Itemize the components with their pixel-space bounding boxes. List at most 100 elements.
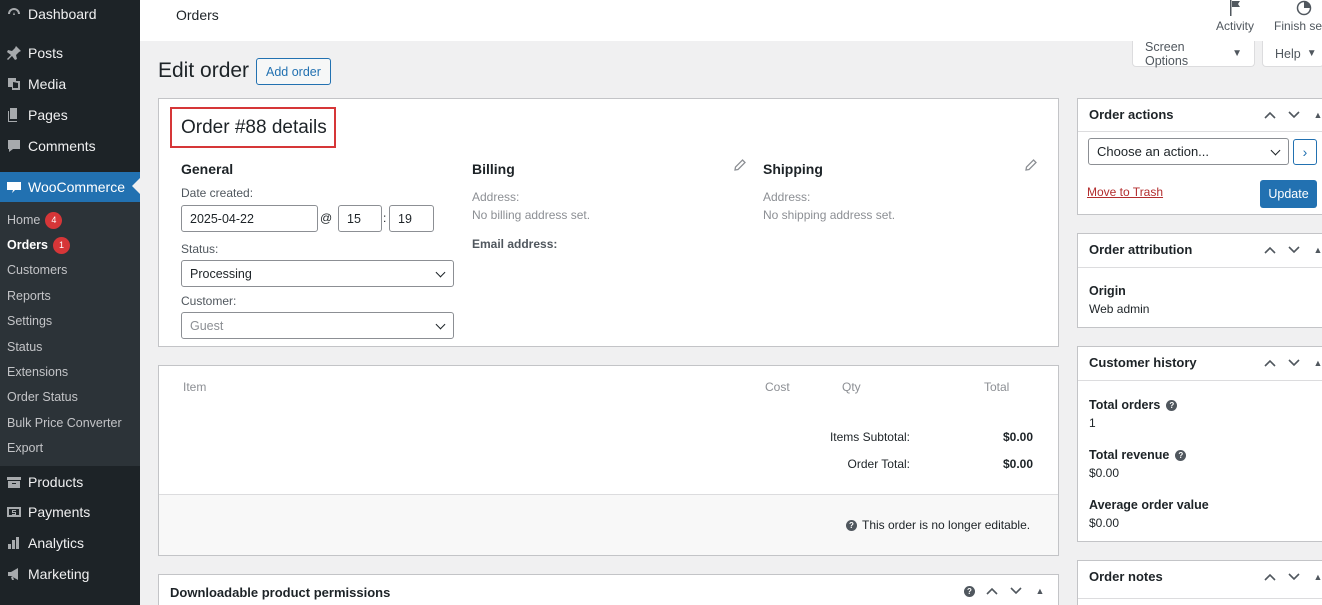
activity-label: Activity <box>1215 19 1254 33</box>
finish-setup-button[interactable]: Finish set <box>1274 0 1322 41</box>
total-orders-value: 1 <box>1089 416 1096 430</box>
help-icon[interactable]: ? <box>1175 450 1187 462</box>
submenu-label: Reports <box>7 289 51 303</box>
move-down-icon[interactable] <box>1287 108 1301 122</box>
dashboard-icon <box>4 4 24 24</box>
move-down-icon[interactable] <box>1009 584 1023 598</box>
total-orders-text: Total orders <box>1089 398 1161 412</box>
marketing-icon <box>4 564 24 584</box>
add-order-button[interactable]: Add order <box>256 58 331 85</box>
submenu-orders[interactable]: Orders 1 <box>7 236 70 254</box>
move-to-trash-link[interactable]: Move to Trash <box>1087 185 1163 199</box>
screen-options-label: Screen Options <box>1145 39 1189 68</box>
order-details-title: Order #88 details <box>170 107 336 148</box>
origin-value: Web admin <box>1089 302 1150 316</box>
screen-options-button[interactable]: Screen Options ▼ <box>1132 39 1255 68</box>
customer-history-panel: Customer history Total orders? 1 Total r… <box>1077 346 1322 542</box>
submenu-export[interactable]: Export <box>7 439 43 457</box>
flag-icon <box>1212 0 1258 18</box>
order-total-label: Order Total: <box>847 457 910 471</box>
collapse-icon[interactable]: ▲ <box>1311 243 1322 257</box>
analytics-icon <box>4 533 24 553</box>
submenu-label: Order Status <box>7 390 78 404</box>
aov-value: $0.00 <box>1089 516 1120 530</box>
minute-input[interactable]: 19 <box>389 205 434 232</box>
billing-address-label: Address: <box>472 190 520 204</box>
submenu-label: Settings <box>7 314 53 328</box>
total-orders-label: Total orders? <box>1089 398 1178 412</box>
colon-label: : <box>383 211 387 225</box>
submenu-customers[interactable]: Customers <box>7 261 67 279</box>
menu-posts[interactable]: Posts <box>0 39 140 67</box>
move-down-icon[interactable] <box>1287 243 1301 257</box>
items-subtotal-label: Items Subtotal: <box>829 430 910 444</box>
menu-label: Posts <box>28 45 64 61</box>
order-action-select[interactable]: Choose an action... <box>1088 138 1289 165</box>
edit-billing-pencil-icon[interactable] <box>734 159 746 171</box>
panel-divider <box>1078 131 1322 132</box>
help-icon[interactable]: ? <box>964 585 975 597</box>
collapse-icon[interactable]: ▲ <box>1311 108 1322 122</box>
menu-woocommerce[interactable]: WooCommerce <box>0 172 140 202</box>
help-icon[interactable]: ? <box>1166 400 1178 412</box>
hour-input[interactable]: 15 <box>338 205 382 232</box>
menu-comments[interactable]: Comments <box>0 132 140 160</box>
activity-button[interactable]: Activity <box>1212 0 1258 41</box>
items-subtotal-value: $0.00 <box>1002 430 1033 444</box>
submenu-extensions[interactable]: Extensions <box>7 363 68 381</box>
move-up-icon[interactable] <box>1263 108 1277 122</box>
admin-sidebar: Dashboard Posts Media Pages Comments Woo… <box>0 0 140 605</box>
menu-products[interactable]: Products <box>0 468 140 496</box>
home-badge: 4 <box>45 211 63 229</box>
submenu-bulk-price-converter[interactable]: Bulk Price Converter <box>7 414 122 432</box>
cost-column-header: Cost <box>765 380 790 394</box>
notice-text: This order is no longer editable. <box>862 518 1031 532</box>
collapse-icon[interactable]: ▲ <box>1311 570 1322 584</box>
apply-action-button[interactable]: › <box>1293 139 1317 165</box>
move-up-icon[interactable] <box>1263 356 1277 370</box>
move-up-icon[interactable] <box>1263 243 1277 257</box>
submenu-reports[interactable]: Reports <box>7 287 51 305</box>
update-button[interactable]: Update <box>1260 180 1317 208</box>
submenu-label: Export <box>7 441 44 455</box>
menu-label: Products <box>28 474 84 490</box>
date-created-input[interactable]: 2025-04-22 <box>181 205 318 232</box>
help-icon[interactable]: ? <box>846 520 857 532</box>
submenu-label: Status <box>7 340 43 354</box>
woocommerce-submenu: Home 4 Orders 1 Customers Reports Settings… <box>0 202 140 466</box>
move-up-icon[interactable] <box>1263 570 1277 584</box>
menu-media[interactable]: Media <box>0 70 140 98</box>
aov-label: Average order value <box>1089 498 1209 512</box>
menu-label: WooCommerce <box>28 179 125 195</box>
submenu-status[interactable]: Status <box>7 338 42 356</box>
customer-select[interactable]: Guest <box>181 312 454 339</box>
customer-history-title: Customer history <box>1089 355 1197 370</box>
comment-icon <box>4 136 24 156</box>
submenu-home[interactable]: Home 4 <box>7 211 63 229</box>
move-up-icon[interactable] <box>985 584 999 598</box>
help-button[interactable]: Help ▼ <box>1262 41 1322 67</box>
menu-analytics[interactable]: Analytics <box>0 529 140 557</box>
total-column-header: Total <box>984 380 1010 394</box>
menu-dashboard[interactable]: Dashboard <box>0 0 140 28</box>
move-down-icon[interactable] <box>1287 570 1301 584</box>
collapse-icon[interactable]: ▲ <box>1033 584 1047 598</box>
status-select[interactable]: Processing <box>181 260 454 287</box>
at-label: @ <box>320 211 333 225</box>
submenu-order-status[interactable]: Order Status <box>7 388 78 406</box>
progress-ring-icon <box>1274 0 1322 18</box>
billing-heading: Billing <box>472 161 515 177</box>
move-down-icon[interactable] <box>1287 356 1301 370</box>
pin-icon <box>4 43 24 63</box>
caret-down-icon: ▼ <box>1306 48 1317 59</box>
shipping-address-label: Address: <box>763 190 811 204</box>
menu-marketing[interactable]: Marketing <box>0 560 140 588</box>
finish-setup-label: Finish set <box>1274 19 1322 33</box>
menu-payments[interactable]: Payments <box>0 498 140 526</box>
edit-shipping-pencil-icon[interactable] <box>1025 159 1037 171</box>
menu-pages[interactable]: Pages <box>0 101 140 129</box>
submenu-settings[interactable]: Settings <box>7 312 52 330</box>
customer-history-controls: ▲ <box>1263 356 1322 370</box>
collapse-icon[interactable]: ▲ <box>1311 356 1322 370</box>
media-icon <box>4 74 24 94</box>
